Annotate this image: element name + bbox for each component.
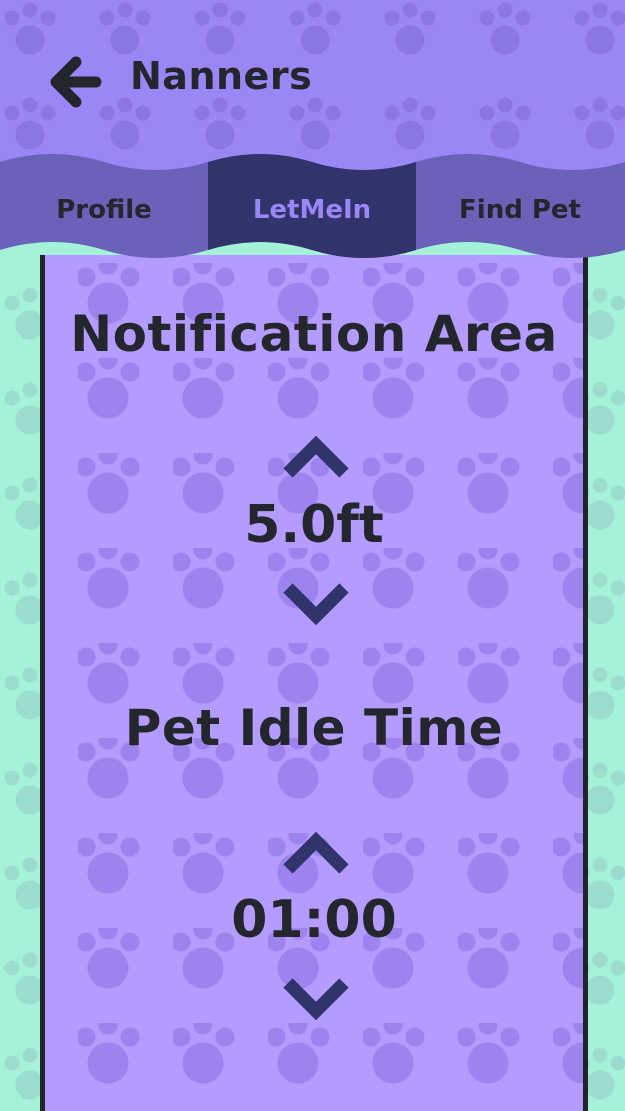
back-button[interactable]	[44, 52, 104, 112]
pet-idle-time-decrease-button[interactable]	[280, 973, 352, 1023]
tab-letmein[interactable]: LetMeIn	[208, 180, 416, 240]
chevron-up-icon	[283, 831, 349, 874]
notification-area-increase-button[interactable]	[280, 433, 352, 483]
pet-idle-time-title: Pet Idle Time	[124, 699, 504, 757]
tab-find-pet[interactable]: Find Pet	[416, 180, 624, 240]
tab-profile[interactable]: Profile	[0, 180, 208, 240]
app-header: Nanners	[0, 0, 625, 175]
chevron-down-icon	[283, 978, 349, 1021]
chevron-up-icon	[283, 435, 349, 478]
page-title: Nanners	[130, 54, 313, 98]
arrow-left-icon	[50, 56, 102, 108]
notification-area-value: 5.0ft	[244, 495, 384, 555]
settings-panel: Notification Area 5.0ft Pet Idle Time 01…	[40, 255, 588, 1111]
chevron-down-icon	[283, 583, 349, 626]
notification-area-title: Notification Area	[70, 305, 558, 363]
tab-bar: Profile LetMeIn Find Pet	[0, 150, 625, 262]
notification-area-decrease-button[interactable]	[280, 578, 352, 628]
pet-idle-time-value: 01:00	[231, 890, 397, 950]
pet-idle-time-increase-button[interactable]	[280, 829, 352, 879]
